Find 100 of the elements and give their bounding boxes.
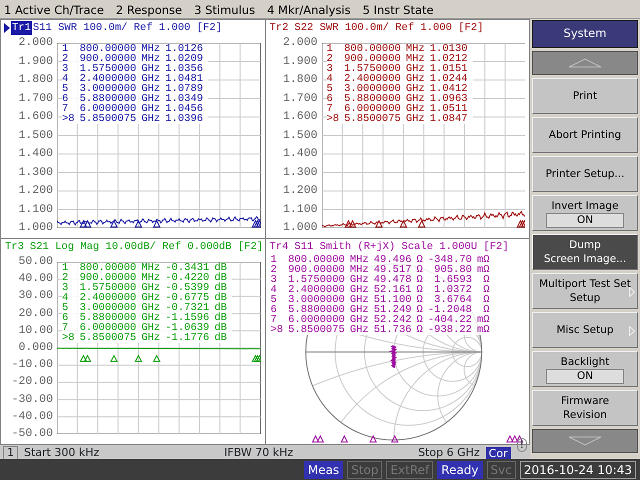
- marker-number: 3: [62, 64, 80, 74]
- marker-cell-text: 1.0789: [165, 84, 204, 94]
- marker-cell: 5.8500075: [288, 325, 350, 335]
- trace-title: S22 SWR 100.0m/ Ref 1.000 [F2]: [294, 20, 484, 34]
- axis-label: -40.00: [12, 410, 53, 424]
- marker-cell: GHz: [141, 114, 166, 124]
- status-indicator: Svc: [486, 460, 516, 478]
- menu-item[interactable]: 5 Instr State: [362, 2, 434, 16]
- marker-cell: 52.242: [374, 315, 417, 325]
- marker-cell-text: 1.0456: [165, 104, 204, 114]
- softkey-button[interactable]: Backlight ON: [532, 351, 638, 387]
- axis-label: 0.000: [18, 340, 53, 355]
- softkey-button[interactable]: Print: [532, 78, 638, 114]
- axis-label: 30.00: [18, 289, 53, 304]
- marker-cell: 1.5750000: [344, 64, 406, 74]
- date-time: 2016-10-24 10:43: [520, 460, 636, 478]
- correction-indicator: Cor: [486, 446, 511, 460]
- menu-item[interactable]: 4 Mkr/Analysis: [267, 2, 351, 16]
- marker-cell: 5.8800000: [80, 94, 142, 104]
- marker-cell: 900.00000: [80, 273, 142, 283]
- marker-cell: 51.736: [374, 325, 417, 335]
- axis-label: 1.100: [18, 202, 53, 216]
- marker-cell: 900.00000: [288, 265, 350, 275]
- trace-label[interactable]: Tr4: [268, 240, 290, 254]
- axis-label: 50.00: [18, 255, 53, 269]
- marker-cell-text: Ω: [416, 295, 424, 305]
- marker-number: >8: [62, 114, 80, 124]
- marker-cell: 900.00000: [80, 54, 142, 64]
- marker-cell: -1.0639: [165, 323, 214, 333]
- marker-cell-text: 1.0356: [165, 64, 204, 74]
- marker-cell: -0.7321: [165, 303, 214, 313]
- marker-cell: 5.8800000: [80, 313, 142, 323]
- scroll-up-button[interactable]: [532, 51, 638, 75]
- softkey-button[interactable]: Misc Setup: [532, 312, 638, 348]
- marker-cell: GHz: [141, 323, 166, 333]
- softkey-button[interactable]: Abort Printing: [532, 117, 638, 153]
- marker-cell: -0.6775: [165, 293, 214, 303]
- marker-cell: 1.0244: [430, 74, 473, 84]
- axis-label: 2.000: [18, 36, 53, 50]
- marker-cell: 5.8500075: [80, 333, 142, 343]
- marker-cell: GHz: [406, 94, 430, 104]
- menu-title: System: [532, 20, 638, 48]
- marker-number: 5: [326, 84, 344, 94]
- marker-cell: -0.4220: [165, 273, 214, 283]
- marker-cell: MHz: [406, 54, 430, 64]
- marker-number: 3: [62, 283, 80, 293]
- trace-title: S21 Log Mag 10.00dB/ Ref 0.000dB [F2]: [30, 240, 264, 254]
- marker-cell-text: GHz: [406, 104, 426, 114]
- scroll-down-button[interactable]: [532, 429, 638, 453]
- marker-cell: 5.8800000: [344, 94, 406, 104]
- marker-cell-text: dB: [214, 263, 228, 273]
- marker-cell: MHz: [141, 273, 166, 283]
- marker-cell: 2.4000000: [344, 74, 406, 84]
- axis-label: 10.00: [18, 324, 53, 338]
- marker-number: 2: [62, 54, 80, 64]
- marker-number: 6: [326, 94, 344, 104]
- marker-cell: -1.1596: [165, 313, 214, 323]
- marker-cell-text: -1.1776: [165, 333, 210, 343]
- marker-cell: 49.517: [374, 265, 417, 275]
- trace-label[interactable]: Tr2: [268, 20, 290, 34]
- softkey-button[interactable]: Firmware Revision: [532, 390, 638, 426]
- marker-cell: 800.00000: [344, 44, 406, 54]
- marker-cell: Ω: [416, 305, 428, 315]
- marker-cell-text: GHz: [406, 84, 426, 94]
- marker-cell: 1.0396: [165, 114, 208, 124]
- down-arrow-icon: [568, 436, 602, 446]
- start-frequency: Start 300 kHz: [24, 444, 100, 461]
- marker-cell-text: MHz: [141, 263, 162, 273]
- axis-label: 1.300: [18, 166, 53, 180]
- marker-cell: -938.22: [428, 325, 477, 335]
- menu-item[interactable]: 3 Stimulus: [194, 2, 256, 16]
- marker-cell-text: Ω: [482, 295, 491, 305]
- softkey-button[interactable]: Printer Setup...: [532, 156, 638, 192]
- menu-item[interactable]: 2 Response: [116, 2, 182, 16]
- marker-cell: GHz: [406, 74, 430, 84]
- marker-cell: 3.0000000: [80, 84, 142, 94]
- marker-cell-text: mΩ: [476, 265, 491, 275]
- softkey-button[interactable]: Dump Screen Image...: [532, 234, 638, 270]
- menu-item[interactable]: 1 Active Ch/Trace: [4, 2, 104, 16]
- marker-cell-text: MHz: [350, 255, 370, 265]
- softkey-button[interactable]: Multiport Test Set Setup: [532, 273, 638, 309]
- marker-number: 3: [270, 275, 278, 285]
- marker-cell: 800.00000: [80, 263, 142, 273]
- marker-cell: GHz: [141, 74, 166, 84]
- marker-cell: 1.0963: [430, 94, 473, 104]
- softkey-button[interactable]: Invert Image ON: [532, 195, 638, 231]
- marker-cell: 905.80: [428, 265, 477, 275]
- marker-number: 7: [326, 104, 344, 114]
- marker-cell: dB: [214, 323, 232, 333]
- marker-number: 2: [62, 273, 80, 283]
- marker-cell: 2.4000000: [80, 74, 142, 84]
- marker-cell-text: GHz: [141, 104, 162, 114]
- marker-cell: GHz: [406, 114, 430, 124]
- alert-indicator: !: [516, 438, 528, 452]
- marker-cell-text: GHz: [141, 84, 162, 94]
- marker-number: 3: [326, 64, 344, 74]
- axis-label: 1.100: [282, 202, 318, 216]
- marker-cell: 3.0000000: [344, 84, 406, 94]
- axis-label: 1.900: [18, 54, 53, 68]
- marker-cell: dB: [214, 293, 232, 303]
